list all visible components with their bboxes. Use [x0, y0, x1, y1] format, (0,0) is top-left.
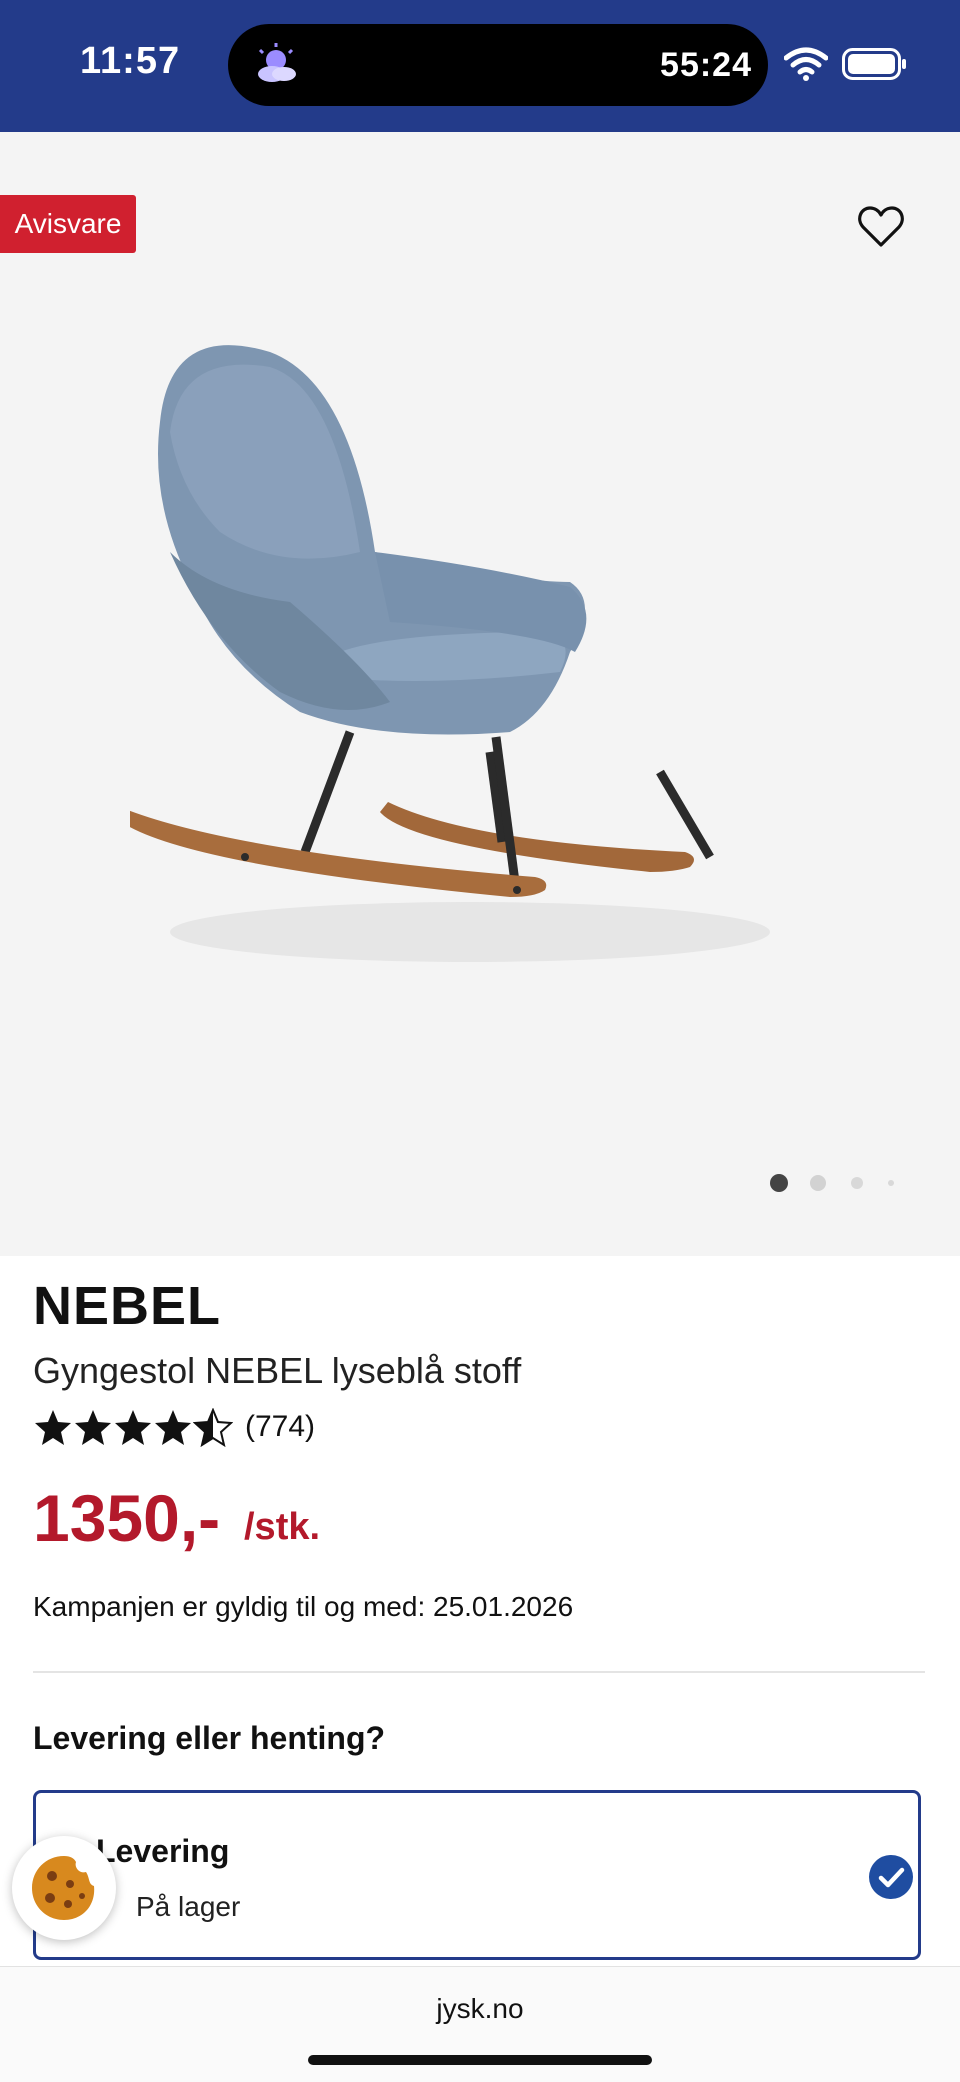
cookie-consent-button[interactable]	[12, 1836, 116, 1940]
checkmark-selected-icon[interactable]	[868, 1854, 914, 1900]
campaign-validity: Kampanjen er gyldig til og med: 25.01.20…	[33, 1591, 574, 1622]
rating-stars[interactable]: (774)	[33, 1408, 433, 1452]
wifi-icon	[784, 47, 828, 81]
carousel-dot-2[interactable]	[810, 1175, 826, 1191]
star-full-icon	[115, 1410, 151, 1445]
island-timer: 55:24	[660, 46, 752, 84]
avisvare-badge: Avisvare	[0, 195, 136, 253]
divider	[33, 1671, 925, 1673]
delivery-heading: Levering eller henting?	[33, 1720, 386, 1756]
stock-status: På lager	[136, 1891, 241, 1922]
product-price: 1350,-	[33, 1481, 221, 1555]
delivery-option-card[interactable]: Levering På lager	[33, 1790, 921, 1960]
star-full-icon	[155, 1410, 191, 1445]
cookie-icon	[32, 1856, 95, 1920]
carousel-dot-4[interactable]	[888, 1180, 894, 1186]
price-unit: /stk.	[244, 1506, 321, 1548]
product-image	[130, 345, 770, 962]
status-bar: 11:57 55:24	[0, 0, 960, 132]
product-image-carousel[interactable]: Avisvare	[0, 132, 960, 1256]
star-half-icon	[193, 1408, 233, 1448]
weather-icon	[258, 43, 296, 82]
browser-url-bar[interactable]: jysk.no	[0, 1966, 960, 2082]
carousel-dot-3[interactable]	[851, 1177, 863, 1189]
star-full-icon	[35, 1410, 71, 1445]
carousel-dots[interactable]	[764, 1170, 914, 1194]
product-brand: NEBEL	[33, 1276, 222, 1336]
dynamic-island: 55:24	[228, 24, 768, 106]
delivery-option-title: Levering	[96, 1833, 230, 1869]
battery-icon	[842, 48, 906, 80]
rating-count: (774)	[245, 1410, 316, 1443]
home-indicator	[308, 2055, 652, 2065]
favorite-heart-icon[interactable]	[858, 206, 904, 248]
carousel-dot-1[interactable]	[770, 1174, 788, 1192]
star-full-icon	[75, 1410, 111, 1445]
status-time: 11:57	[80, 40, 181, 82]
url-text[interactable]: jysk.no	[0, 1993, 960, 2025]
product-name: Gyngestol NEBEL lyseblå stoff	[33, 1350, 522, 1391]
